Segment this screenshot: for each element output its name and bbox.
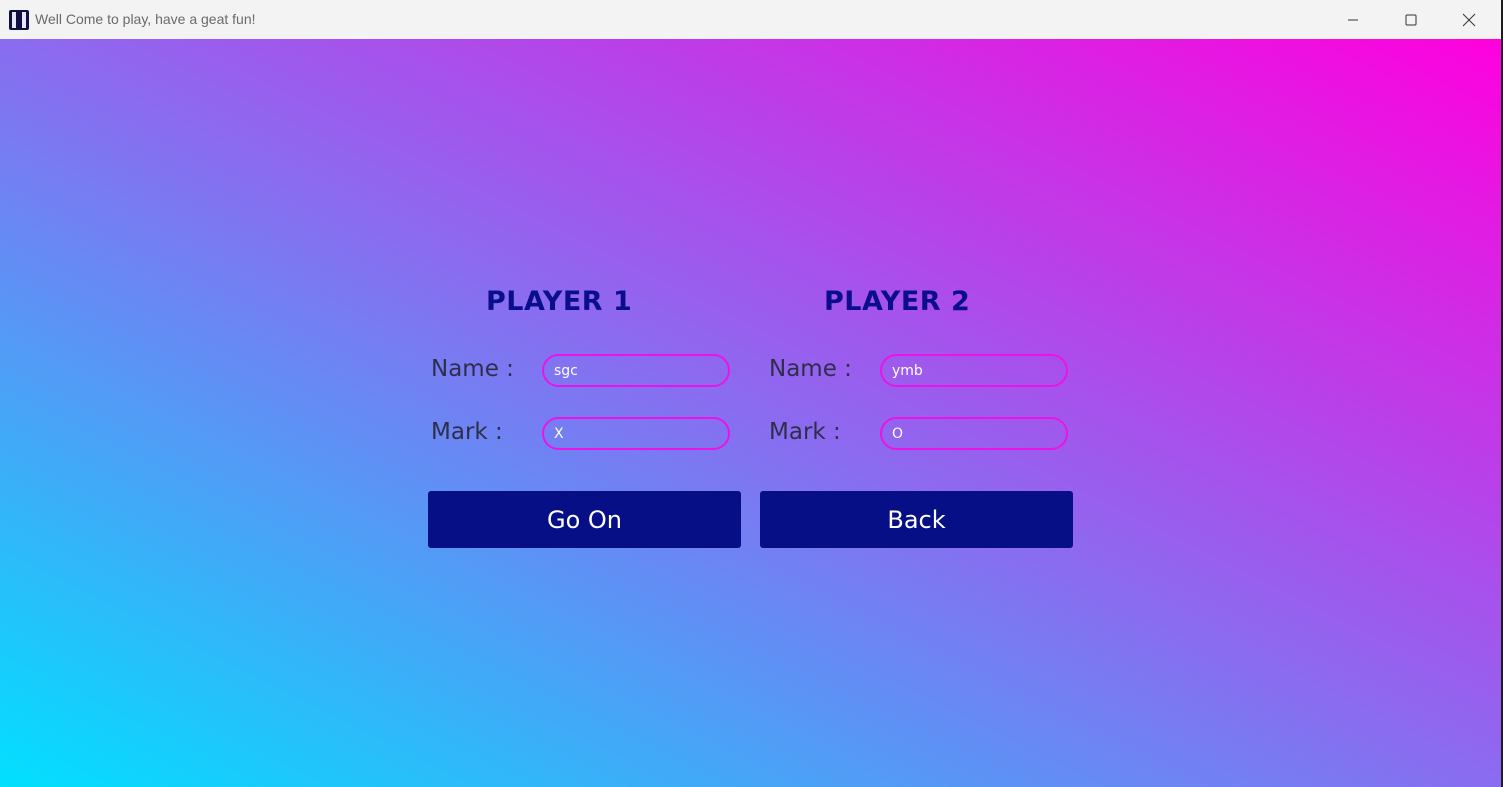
player1-mark-label: Mark : — [431, 419, 503, 445]
player2-name-input[interactable] — [880, 354, 1068, 387]
app-logo-icon — [9, 10, 29, 30]
title-bar[interactable]: Well Come to play, have a geat fun! — [0, 0, 1501, 39]
close-button[interactable] — [1440, 0, 1498, 39]
window-title: Well Come to play, have a geat fun! — [35, 11, 256, 27]
app-window: Well Come to play, have a geat fun! PLAY… — [0, 0, 1501, 787]
maximize-icon — [1405, 14, 1417, 25]
maximize-button[interactable] — [1382, 0, 1440, 39]
minimize-button[interactable] — [1324, 0, 1382, 39]
player1-name-label: Name : — [431, 356, 514, 382]
minimize-icon — [1348, 19, 1358, 20]
setup-panel: PLAYER 1 PLAYER 2 Name : Name : Mark : M… — [0, 39, 1501, 787]
player1-mark-input[interactable] — [542, 417, 730, 450]
go-on-button[interactable]: Go On — [428, 491, 741, 548]
back-button[interactable]: Back — [760, 491, 1073, 548]
player2-heading: PLAYER 2 — [824, 286, 971, 317]
player2-name-label: Name : — [769, 356, 852, 382]
close-icon — [1462, 13, 1476, 26]
player1-name-input[interactable] — [542, 354, 730, 387]
player2-mark-input[interactable] — [880, 417, 1068, 450]
player2-mark-label: Mark : — [769, 419, 841, 445]
player1-heading: PLAYER 1 — [486, 286, 633, 317]
